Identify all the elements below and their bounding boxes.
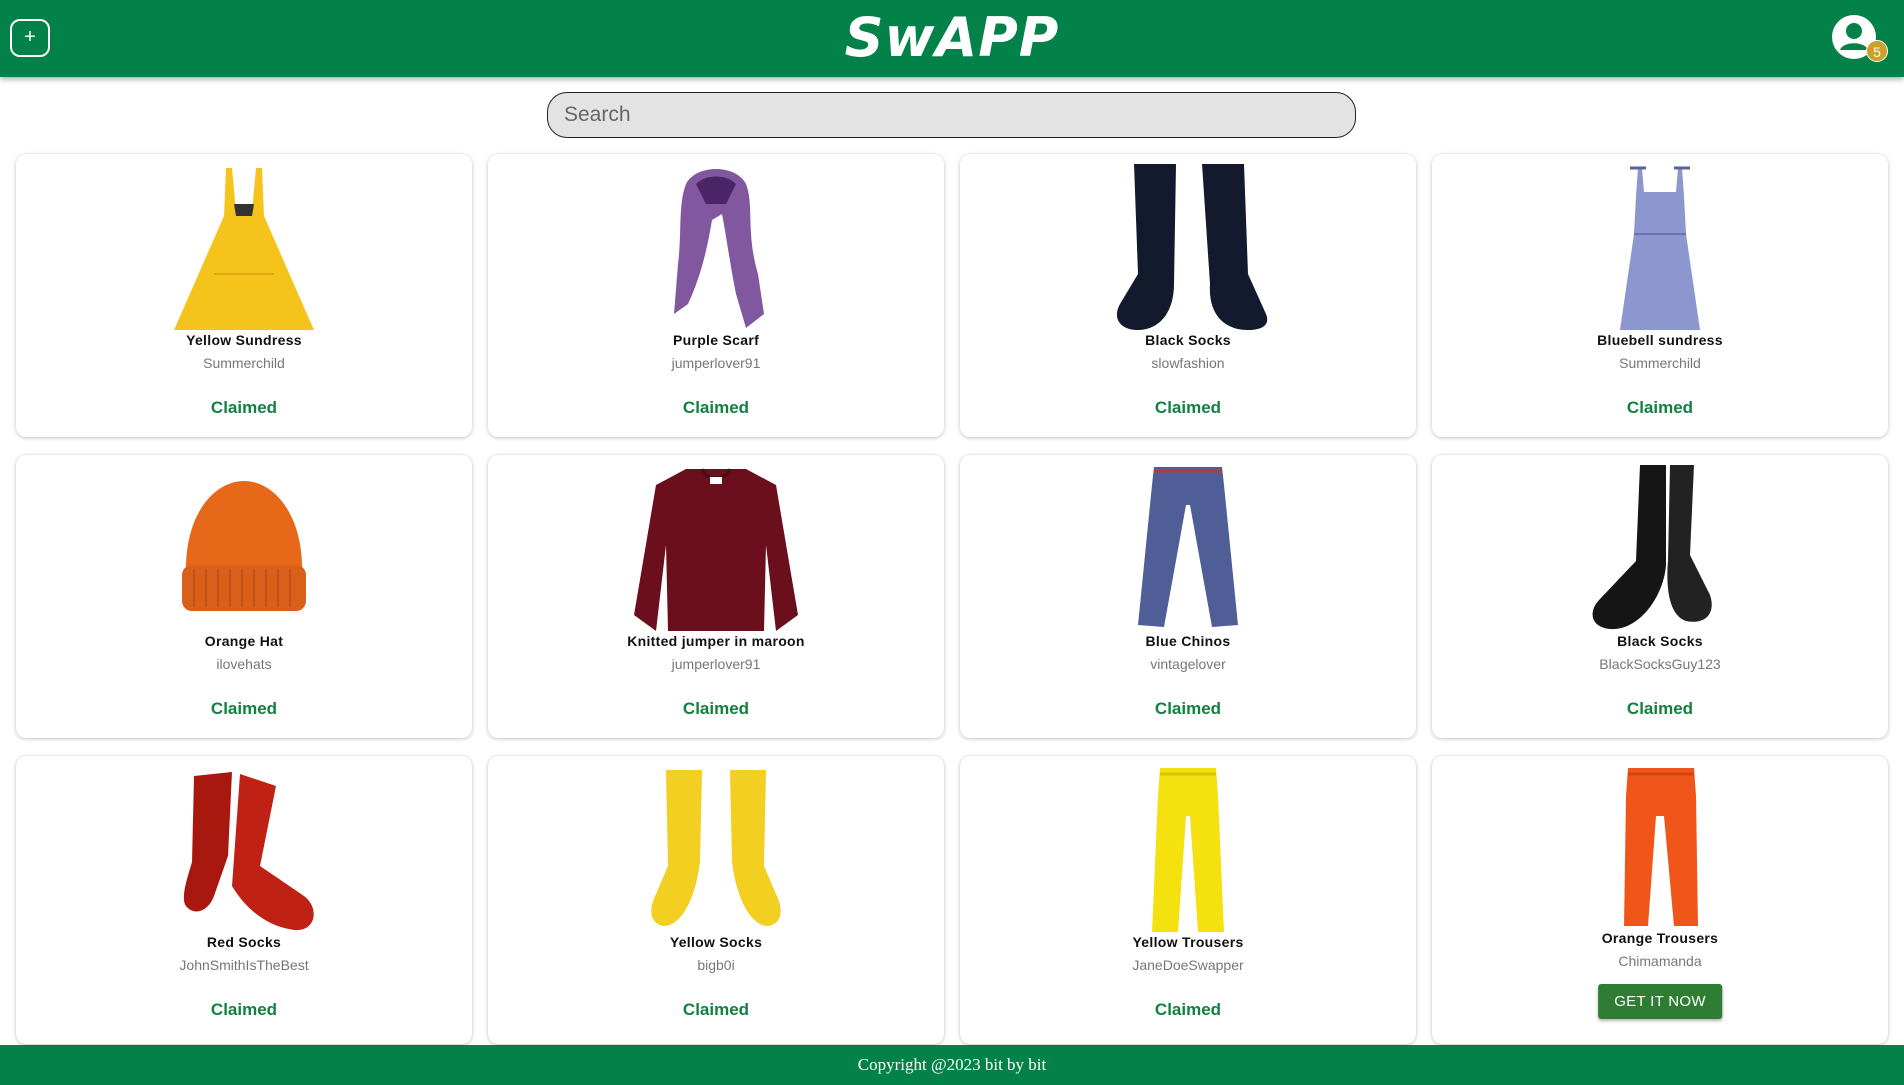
claimed-status: Claimed [210,398,278,417]
item-image [1098,465,1278,631]
item-grid: Yellow Sundress Summerchild Claimed Purp… [16,154,1888,1044]
item-title: Bluebell sundress [1597,332,1723,348]
item-image [1098,164,1278,330]
item-card[interactable]: Purple Scarf jumperlover91 Claimed [488,154,944,437]
item-owner[interactable]: ilovehats [16,656,472,672]
claimed-status: Claimed [1626,398,1694,417]
item-owner[interactable]: Summerchild [16,355,472,371]
item-card[interactable]: Yellow Sundress Summerchild Claimed [16,154,472,437]
item-title: Blue Chinos [1145,633,1231,649]
item-image [1570,465,1750,631]
claimed-status: Claimed [682,1000,750,1019]
item-title: Red Socks [206,934,282,950]
app-logo[interactable]: SwAPP [0,6,1904,69]
search-input[interactable] [547,92,1356,138]
item-owner[interactable]: slowfashion [960,355,1416,371]
item-image [1570,766,1750,926]
top-app-bar: + SwAPP 5 [0,0,1904,77]
get-it-now-button[interactable]: GET IT NOW [1598,984,1722,1019]
item-owner[interactable]: jumperlover91 [488,656,944,672]
item-card[interactable]: Knitted jumper in maroon jumperlover91 C… [488,455,944,738]
item-title: Knitted jumper in maroon [627,633,805,649]
item-card[interactable]: Yellow Socks bigb0i Claimed [488,756,944,1044]
item-owner[interactable]: jumperlover91 [488,355,944,371]
item-owner[interactable]: BlackSocksGuy123 [1432,656,1888,672]
item-image [1098,766,1278,932]
item-image [626,766,806,932]
item-owner[interactable]: JaneDoeSwapper [960,957,1416,973]
item-card[interactable]: Yellow Trousers JaneDoeSwapper Claimed [960,756,1416,1044]
footer: Copyright @2023 bit by bit [0,1045,1904,1085]
claimed-status: Claimed [1154,699,1222,718]
item-title: Yellow Socks [669,934,763,950]
notification-badge: 5 [1866,40,1888,62]
item-image [154,465,334,631]
item-card[interactable]: Orange Trousers Chimamanda GET IT NOW [1432,756,1888,1044]
item-owner[interactable]: JohnSmithIsTheBest [16,957,472,973]
claimed-status: Claimed [1154,398,1222,417]
item-image [626,465,806,631]
claimed-status: Claimed [682,398,750,417]
item-image [626,164,806,330]
item-card[interactable]: Blue Chinos vintagelover Claimed [960,455,1416,738]
item-title: Purple Scarf [672,332,760,348]
item-image [1570,164,1750,330]
item-owner[interactable]: Chimamanda [1432,953,1888,969]
item-image [154,766,334,932]
item-title: Orange Hat [204,633,284,649]
item-card[interactable]: Orange Hat ilovehats Claimed [16,455,472,738]
item-card[interactable]: Black Socks slowfashion Claimed [960,154,1416,437]
claimed-status: Claimed [1626,699,1694,718]
item-card[interactable]: Black Socks BlackSocksGuy123 Claimed [1432,455,1888,738]
item-image [154,164,334,330]
item-card[interactable]: Bluebell sundress Summerchild Claimed [1432,154,1888,437]
claimed-status: Claimed [210,1000,278,1019]
item-title: Yellow Sundress [186,332,302,348]
item-owner[interactable]: bigb0i [488,957,944,973]
item-title: Black Socks [1617,633,1703,649]
claimed-status: Claimed [1154,1000,1222,1019]
item-card[interactable]: Red Socks JohnSmithIsTheBest Claimed [16,756,472,1044]
claimed-status: Claimed [210,699,278,718]
item-owner[interactable]: vintagelover [960,656,1416,672]
item-title: Yellow Trousers [1132,934,1244,950]
item-title: Orange Trousers [1601,930,1719,946]
claimed-status: Claimed [682,699,750,718]
item-owner[interactable]: Summerchild [1432,355,1888,371]
copyright-text: Copyright @2023 bit by bit [857,1055,1047,1074]
item-title: Black Socks [1145,332,1231,348]
